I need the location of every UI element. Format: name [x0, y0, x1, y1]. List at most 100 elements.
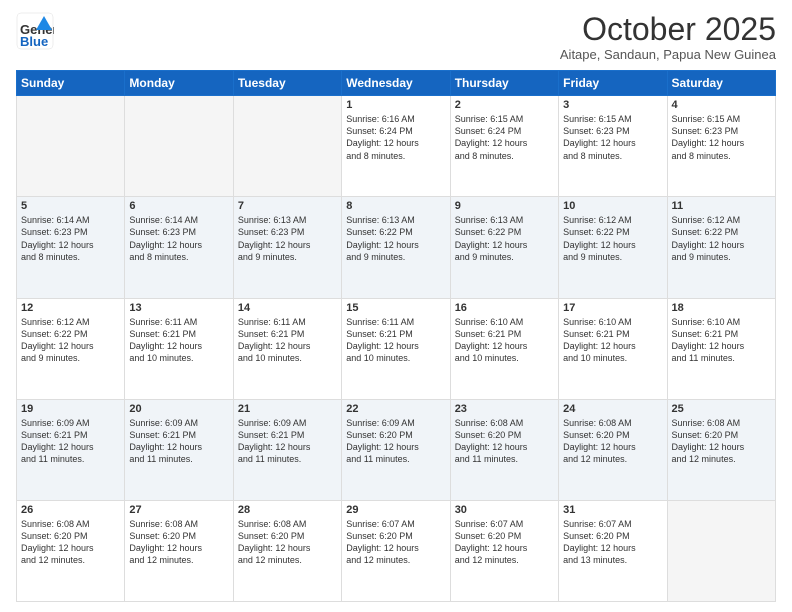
table-row: 2 Sunrise: 6:15 AM Sunset: 6:24 PM Daylig…: [450, 96, 558, 197]
day-info: Sunrise: 6:12 AM Sunset: 6:22 PM Dayligh…: [21, 316, 120, 365]
day-info: Sunrise: 6:08 AM Sunset: 6:20 PM Dayligh…: [129, 518, 228, 567]
day-number: 31: [563, 504, 662, 516]
day-info: Sunrise: 6:13 AM Sunset: 6:22 PM Dayligh…: [346, 214, 445, 263]
table-row: 19Sunrise: 6:09 AM Sunset: 6:21 PM Dayli…: [17, 399, 125, 500]
day-number: 10: [563, 200, 662, 212]
day-number: 7: [238, 200, 337, 212]
day-number: 6: [129, 200, 228, 212]
day-info: Sunrise: 6:08 AM Sunset: 6:20 PM Dayligh…: [672, 417, 771, 466]
calendar-table: Sunday Monday Tuesday Wednesday Thursday…: [16, 70, 776, 602]
col-sunday: Sunday: [17, 71, 125, 96]
table-row: 12 Sunrise: 6:12 AM Sunset: 6:22 PM Dayli…: [17, 298, 125, 399]
col-monday: Monday: [125, 71, 233, 96]
table-row: 11 Sunrise: 6:12 AM Sunset: 6:22 PM Dayli…: [667, 197, 775, 298]
day-number: 14: [238, 302, 337, 314]
day-number: 26: [21, 504, 120, 516]
table-row: 13Sunrise: 6:11 AM Sunset: 6:21 PM Dayli…: [125, 298, 233, 399]
day-number: 12: [21, 302, 120, 314]
day-info: Sunrise: 6:08 AM Sunset: 6:20 PM Dayligh…: [455, 417, 554, 466]
day-info: Sunrise: 6:16 AM Sunset: 6:24 PM Dayligh…: [346, 113, 445, 162]
day-number: 8: [346, 200, 445, 212]
col-saturday: Saturday: [667, 71, 775, 96]
col-tuesday: Tuesday: [233, 71, 341, 96]
calendar-week-row: 26 Sunrise: 6:08 AM Sunset: 6:20 PM Dayli…: [17, 500, 776, 601]
day-info: Sunrise: 6:08 AM Sunset: 6:20 PM Dayligh…: [563, 417, 662, 466]
table-row: 6 Sunrise: 6:14 AM Sunset: 6:23 PM Daylig…: [125, 197, 233, 298]
day-info: Sunrise: 6:14 AM Sunset: 6:23 PM Dayligh…: [129, 214, 228, 263]
table-row: 25 Sunrise: 6:08 AM Sunset: 6:20 PM Dayli…: [667, 399, 775, 500]
day-number: 5: [21, 200, 120, 212]
day-info: Sunrise: 6:12 AM Sunset: 6:22 PM Dayligh…: [563, 214, 662, 263]
day-info: Sunrise: 6:15 AM Sunset: 6:24 PM Dayligh…: [455, 113, 554, 162]
col-thursday: Thursday: [450, 71, 558, 96]
day-info: Sunrise: 6:15 AM Sunset: 6:23 PM Dayligh…: [563, 113, 662, 162]
day-info: Sunrise: 6:07 AM Sunset: 6:20 PM Dayligh…: [346, 518, 445, 567]
day-number: 2: [455, 99, 554, 111]
logo-icon: General Blue: [16, 12, 54, 50]
logo: General Blue: [16, 12, 58, 50]
calendar-week-row: 5 Sunrise: 6:14 AM Sunset: 6:23 PM Daylig…: [17, 197, 776, 298]
day-info: Sunrise: 6:07 AM Sunset: 6:20 PM Dayligh…: [563, 518, 662, 567]
table-row: 14Sunrise: 6:11 AM Sunset: 6:21 PM Dayli…: [233, 298, 341, 399]
day-number: 16: [455, 302, 554, 314]
table-row: 20 Sunrise: 6:09 AM Sunset: 6:21 PM Dayli…: [125, 399, 233, 500]
day-info: Sunrise: 6:13 AM Sunset: 6:22 PM Dayligh…: [455, 214, 554, 263]
day-number: 20: [129, 403, 228, 415]
day-info: Sunrise: 6:09 AM Sunset: 6:20 PM Dayligh…: [346, 417, 445, 466]
day-number: 15: [346, 302, 445, 314]
day-number: 11: [672, 200, 771, 212]
table-row: 4 Sunrise: 6:15 AM Sunset: 6:23 PM Daylig…: [667, 96, 775, 197]
table-row: 15Sunrise: 6:11 AM Sunset: 6:21 PM Dayli…: [342, 298, 450, 399]
table-row: [17, 96, 125, 197]
day-number: 17: [563, 302, 662, 314]
title-area: October 2025 Aitape, Sandaun, Papua New …: [560, 12, 776, 62]
table-row: 18 Sunrise: 6:10 AM Sunset: 6:21 PM Dayli…: [667, 298, 775, 399]
day-number: 23: [455, 403, 554, 415]
day-info: Sunrise: 6:14 AM Sunset: 6:23 PM Dayligh…: [21, 214, 120, 263]
col-friday: Friday: [559, 71, 667, 96]
day-info: Sunrise: 6:12 AM Sunset: 6:22 PM Dayligh…: [672, 214, 771, 263]
table-row: 16 Sunrise: 6:10 AM Sunset: 6:21 PM Dayli…: [450, 298, 558, 399]
day-info: Sunrise: 6:07 AM Sunset: 6:20 PM Dayligh…: [455, 518, 554, 567]
table-row: 7 Sunrise: 6:13 AM Sunset: 6:23 PM Daylig…: [233, 197, 341, 298]
day-number: 25: [672, 403, 771, 415]
day-number: 9: [455, 200, 554, 212]
day-number: 27: [129, 504, 228, 516]
table-row: 29 Sunrise: 6:07 AM Sunset: 6:20 PM Dayli…: [342, 500, 450, 601]
calendar-week-row: 19 Sunrise: 6:09 AM Sunset: 6:21 PM Dayli…: [17, 399, 776, 500]
day-number: 13: [129, 302, 228, 314]
table-row: 27 Sunrise: 6:08 AM Sunset: 6:20 PM Dayli…: [125, 500, 233, 601]
day-number: 19: [21, 403, 120, 415]
day-info: Sunrise: 6:10 AM Sunset: 6:21 PM Dayligh…: [563, 316, 662, 365]
day-number: 1: [346, 99, 445, 111]
calendar-header-row: Sunday Monday Tuesday Wednesday Thursday…: [17, 71, 776, 96]
svg-text:Blue: Blue: [20, 34, 48, 49]
day-number: 29: [346, 504, 445, 516]
table-row: 30 Sunrise: 6:07 AM Sunset: 6:20 PM Dayli…: [450, 500, 558, 601]
day-number: 30: [455, 504, 554, 516]
day-number: 18: [672, 302, 771, 314]
day-number: 21: [238, 403, 337, 415]
calendar-week-row: 1 Sunrise: 6:16 AM Sunset: 6:24 PM Daylig…: [17, 96, 776, 197]
day-number: 24: [563, 403, 662, 415]
day-info: Sunrise: 6:08 AM Sunset: 6:20 PM Dayligh…: [21, 518, 120, 567]
table-row: 21 Sunrise: 6:09 AM Sunset: 6:21 PM Dayli…: [233, 399, 341, 500]
day-info: Sunrise: 6:13 AM Sunset: 6:23 PM Dayligh…: [238, 214, 337, 263]
calendar-week-row: 12 Sunrise: 6:12 AM Sunset: 6:22 PM Dayli…: [17, 298, 776, 399]
table-row: 3Sunrise: 6:15 AM Sunset: 6:23 PM Daylig…: [559, 96, 667, 197]
table-row: [667, 500, 775, 601]
day-info: Sunrise: 6:09 AM Sunset: 6:21 PM Dayligh…: [238, 417, 337, 466]
day-number: 28: [238, 504, 337, 516]
table-row: 1 Sunrise: 6:16 AM Sunset: 6:24 PM Daylig…: [342, 96, 450, 197]
table-row: 23 Sunrise: 6:08 AM Sunset: 6:20 PM Dayli…: [450, 399, 558, 500]
day-number: 22: [346, 403, 445, 415]
table-row: [125, 96, 233, 197]
day-info: Sunrise: 6:10 AM Sunset: 6:21 PM Dayligh…: [455, 316, 554, 365]
day-number: 4: [672, 99, 771, 111]
table-row: 28Sunrise: 6:08 AM Sunset: 6:20 PM Dayli…: [233, 500, 341, 601]
day-info: Sunrise: 6:09 AM Sunset: 6:21 PM Dayligh…: [129, 417, 228, 466]
table-row: 17 Sunrise: 6:10 AM Sunset: 6:21 PM Dayli…: [559, 298, 667, 399]
month-title: October 2025: [560, 12, 776, 47]
day-info: Sunrise: 6:15 AM Sunset: 6:23 PM Dayligh…: [672, 113, 771, 162]
day-info: Sunrise: 6:10 AM Sunset: 6:21 PM Dayligh…: [672, 316, 771, 365]
